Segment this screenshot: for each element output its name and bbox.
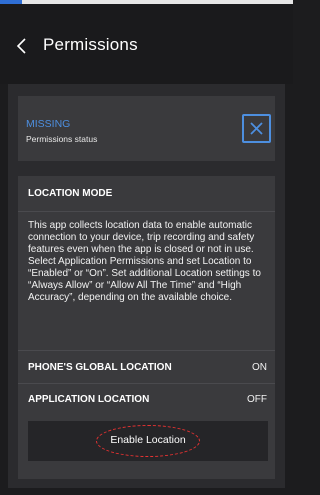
divider <box>18 383 275 384</box>
highlight-annotation <box>96 425 200 457</box>
status-label: Permissions status <box>26 134 98 144</box>
location-mode-card: LOCATION MODE This app collects location… <box>18 176 275 479</box>
app-location-value: OFF <box>247 394 267 405</box>
enable-location-button[interactable]: Enable Location <box>28 421 268 461</box>
location-mode-title: LOCATION MODE <box>28 188 113 199</box>
global-location-value: ON <box>252 362 267 373</box>
permissions-status-card: MISSING Permissions status <box>18 96 275 161</box>
main-content: MISSING Permissions status LOCATION MODE… <box>8 84 285 488</box>
status-close-button[interactable] <box>242 114 271 143</box>
divider <box>18 350 275 351</box>
app-header: Permissions <box>0 4 293 84</box>
chevron-left-icon <box>16 38 26 54</box>
back-button[interactable] <box>12 34 32 58</box>
close-icon <box>250 122 263 135</box>
app-location-label: APPLICATION LOCATION <box>28 394 150 405</box>
global-location-label: PHONE'S GLOBAL LOCATION <box>28 362 172 373</box>
location-mode-description: This app collects location data to enabl… <box>28 220 261 303</box>
status-state: MISSING <box>26 118 71 130</box>
page-title: Permissions <box>43 35 138 54</box>
divider <box>18 211 275 212</box>
